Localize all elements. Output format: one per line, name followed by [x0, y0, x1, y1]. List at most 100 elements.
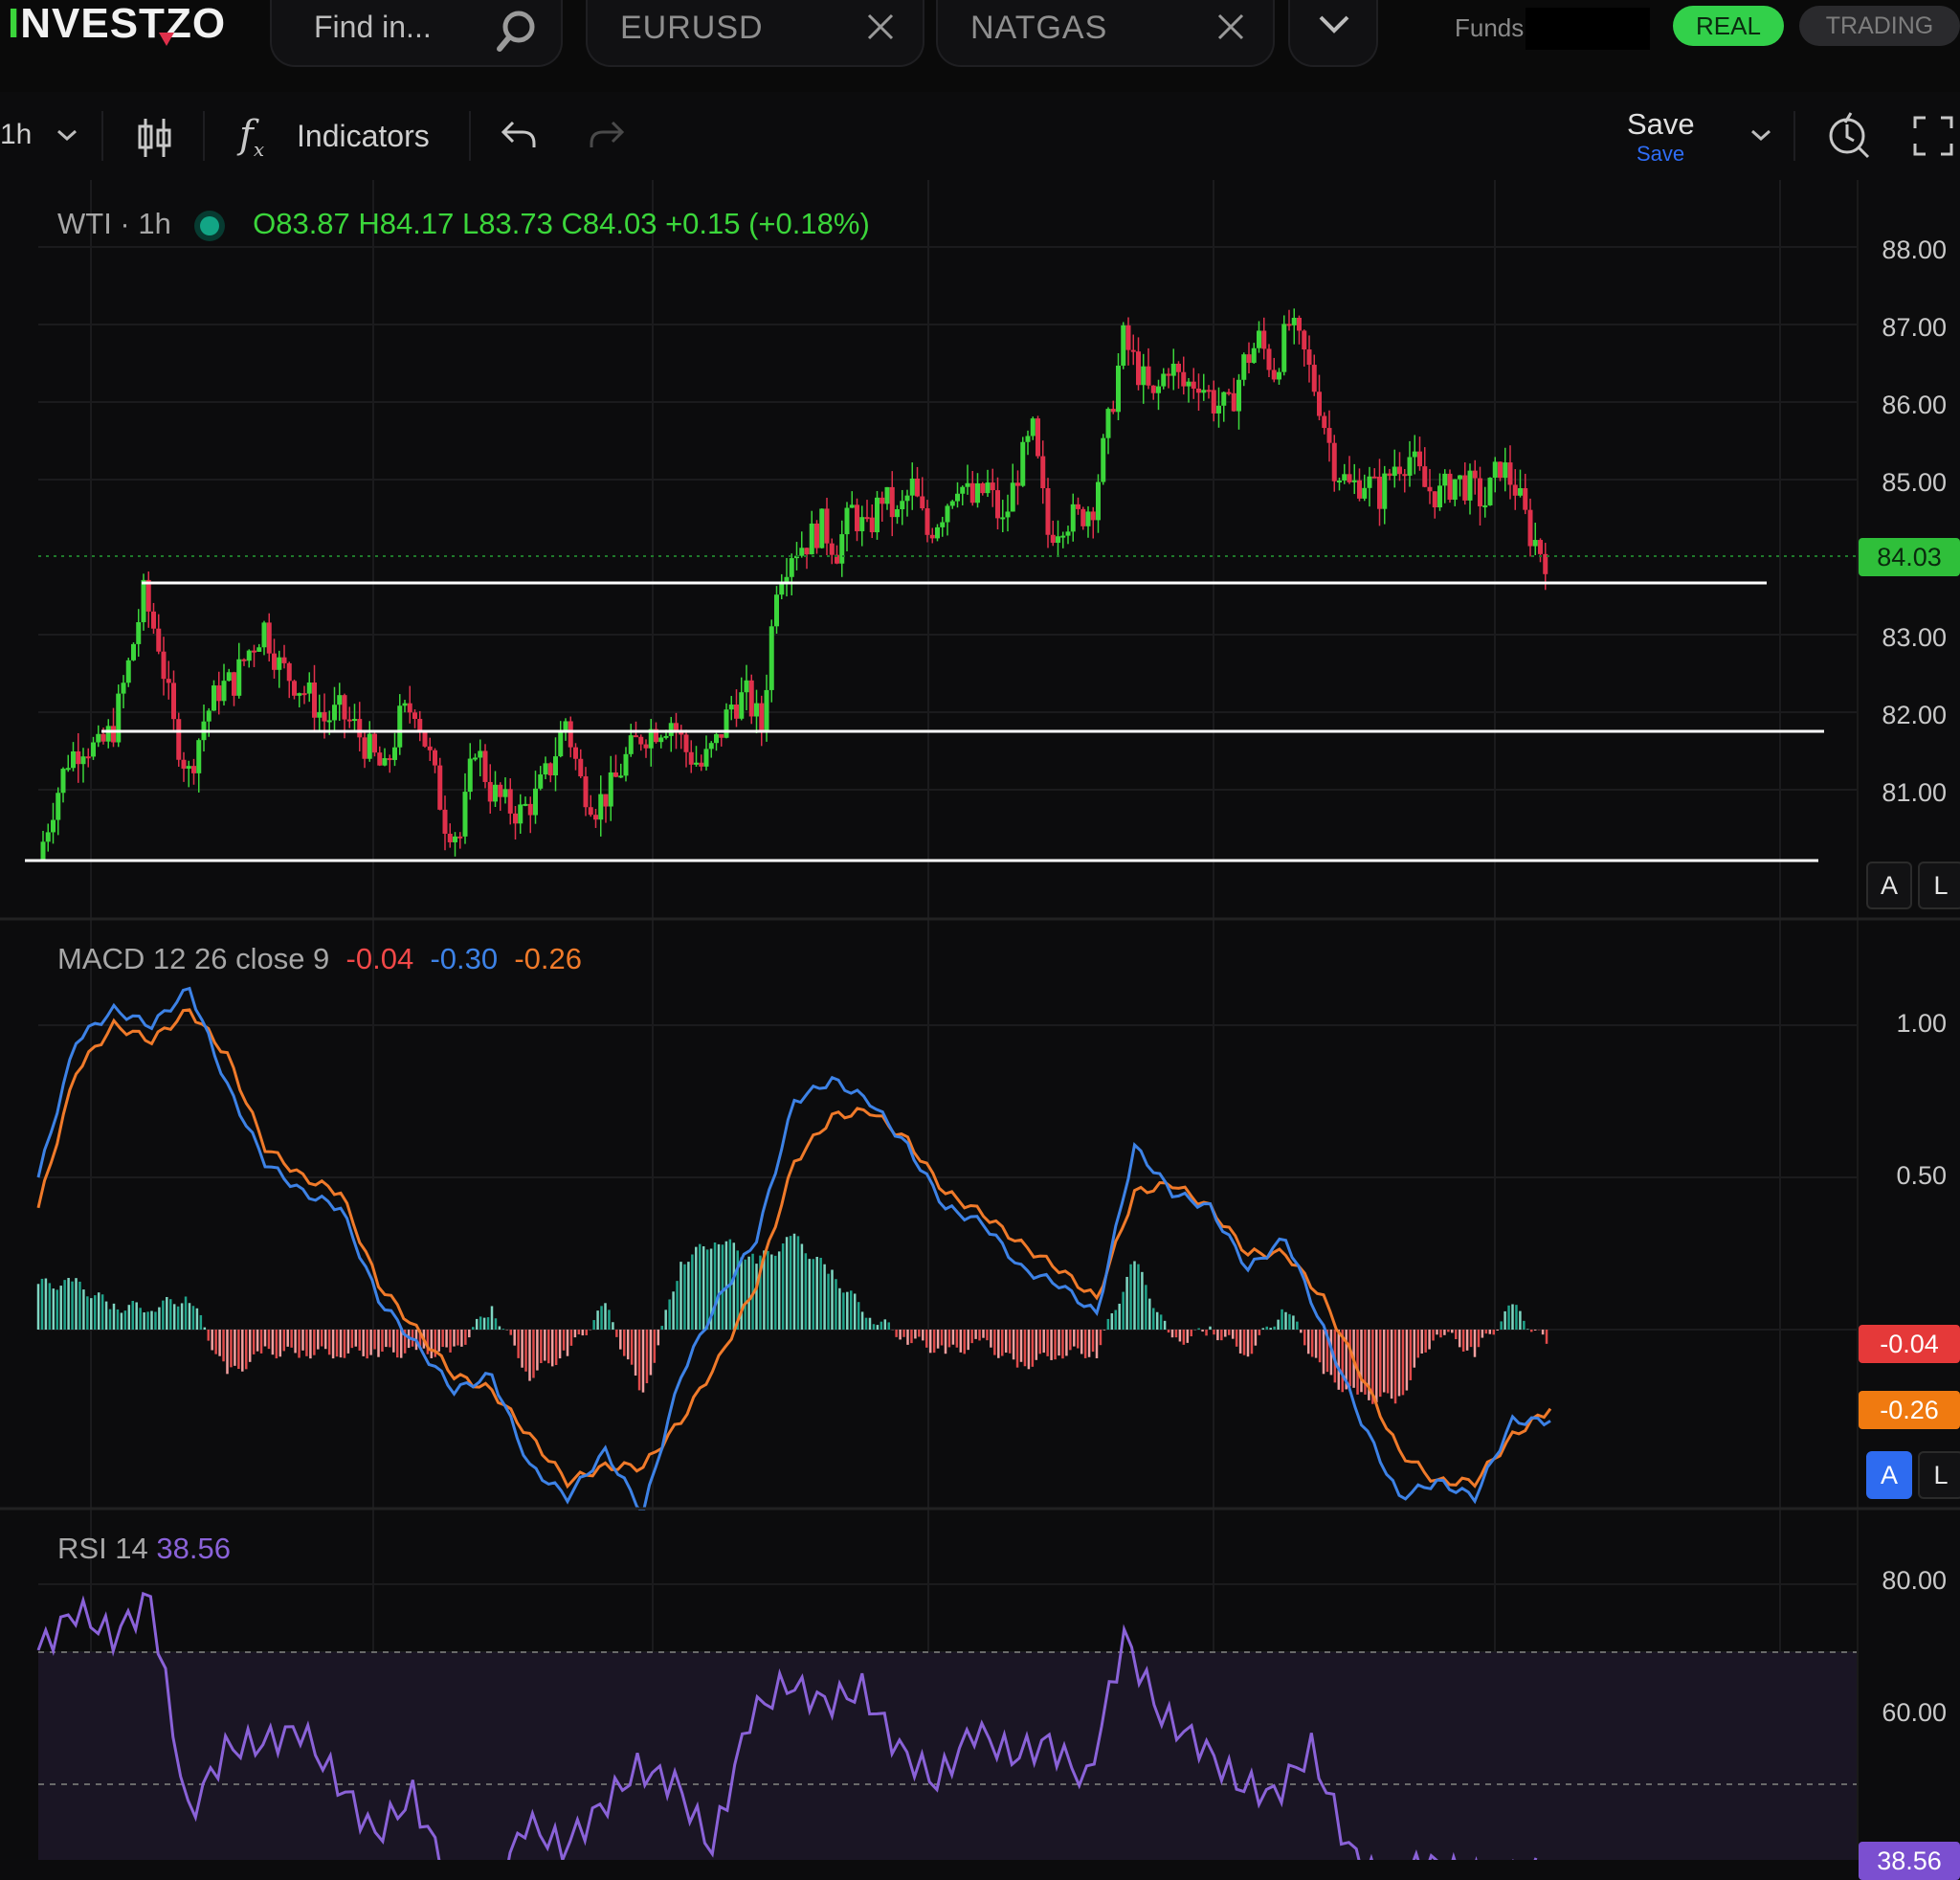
candle-body	[764, 689, 769, 731]
indicators-fx-icon[interactable]: fx	[239, 113, 264, 161]
candle-body	[362, 737, 368, 759]
price-tick: 85.00	[1882, 468, 1947, 497]
rsi-chart[interactable]	[0, 1511, 1960, 1860]
candle-body	[1261, 330, 1267, 349]
rsi-title[interactable]: RSI 14	[57, 1532, 148, 1565]
candle-body	[166, 679, 171, 683]
candle-body	[513, 813, 518, 824]
symbol-label[interactable]: WTI · 1h	[57, 207, 171, 240]
candle-body	[266, 622, 272, 654]
candle-body	[1331, 442, 1337, 481]
candle-body	[859, 517, 865, 531]
candle-body	[256, 647, 262, 652]
save-button[interactable]: Save	[1627, 107, 1695, 142]
candle-body	[1257, 330, 1261, 348]
fullscreen-icon[interactable]	[1912, 115, 1954, 157]
candle-body	[1432, 491, 1437, 508]
candle-body	[643, 744, 649, 749]
chevron-down-icon[interactable]	[1749, 126, 1772, 144]
tab-eurusd[interactable]: EURUSD	[586, 0, 924, 67]
candle-body	[543, 763, 548, 775]
candle-body	[945, 505, 950, 523]
candle-body	[920, 496, 925, 509]
close-icon[interactable]	[865, 11, 896, 42]
auto-scale-button[interactable]: A	[1866, 1451, 1912, 1499]
candle-body	[1362, 487, 1368, 499]
candle-body	[1096, 481, 1101, 521]
redo-icon[interactable]	[588, 119, 626, 151]
search-icon[interactable]	[490, 6, 544, 59]
candle-body	[252, 650, 256, 653]
candle-body	[442, 809, 448, 834]
candle-body	[121, 683, 126, 694]
candle-body	[232, 672, 236, 696]
candle-body	[1387, 473, 1392, 477]
candle-body	[990, 482, 995, 491]
candle-body	[1347, 474, 1352, 482]
price-tick: 83.00	[1882, 623, 1947, 652]
market-status-dot	[200, 215, 220, 235]
candle-body	[940, 522, 946, 527]
chevron-down-icon[interactable]	[56, 126, 78, 144]
candle-body	[658, 737, 664, 743]
candle-body	[748, 680, 754, 717]
price-chart-panel[interactable]: WTI · 1h O83.87 H84.17 L83.73 C84.03 +0.…	[0, 180, 1960, 921]
price-legend: WTI · 1h O83.87 H84.17 L83.73 C84.03 +0.…	[57, 207, 870, 241]
candle-body	[538, 774, 544, 789]
candle-body	[1116, 366, 1121, 413]
price-tick: 81.00	[1882, 778, 1947, 807]
candle-body	[924, 508, 930, 535]
tabs-more-button[interactable]	[1288, 0, 1378, 67]
tab-natgas[interactable]: NATGAS	[936, 0, 1275, 67]
candle-body	[613, 772, 618, 777]
price-chart[interactable]	[0, 180, 1960, 921]
search-input[interactable]: Find in...	[270, 0, 563, 67]
candle-body	[628, 735, 634, 754]
candle-body	[105, 726, 111, 742]
macd-panel[interactable]: MACD 12 26 close 9 -0.04 -0.30 -0.26 1.0…	[0, 921, 1960, 1511]
toolbar-divider	[203, 111, 205, 161]
candle-body	[1201, 390, 1207, 393]
candle-body	[1070, 504, 1076, 532]
brand-arrow-icon	[159, 33, 174, 46]
real-account-button[interactable]: REAL	[1673, 6, 1784, 46]
brand-logo[interactable]: INVESTZO	[8, 0, 226, 56]
candle-body	[844, 507, 850, 535]
auto-scale-button[interactable]: A	[1866, 862, 1912, 909]
candle-body	[286, 662, 292, 682]
candle-body	[588, 807, 593, 816]
macd-chart[interactable]	[0, 921, 1960, 1511]
candle-body	[312, 682, 317, 718]
candle-body	[960, 486, 966, 494]
candle-body	[623, 753, 629, 776]
candle-body	[804, 548, 810, 555]
candle-body	[1266, 348, 1272, 370]
candle-body	[387, 758, 392, 761]
candle-body	[1503, 462, 1508, 479]
candle-body	[900, 501, 905, 510]
interval-selector[interactable]: 1h	[0, 119, 32, 151]
candle-body	[216, 685, 222, 702]
candle-body	[457, 836, 463, 839]
candlestick-type-icon[interactable]	[136, 115, 174, 161]
trading-account-button[interactable]: TRADING	[1799, 6, 1960, 46]
close-icon[interactable]	[1215, 11, 1246, 42]
candle-body	[382, 758, 388, 766]
rsi-legend: RSI 14 38.56	[57, 1532, 231, 1566]
indicators-button[interactable]: Indicators	[297, 119, 430, 154]
alert-clock-icon[interactable]	[1824, 111, 1872, 161]
candle-body	[346, 719, 352, 722]
macd-tick: 0.50	[1896, 1161, 1947, 1190]
macd-hist-badge: -0.04	[1859, 1325, 1960, 1363]
log-scale-button[interactable]: L	[1918, 862, 1960, 909]
candle-body	[578, 758, 584, 777]
brand-logo-prefix: NVEST	[20, 0, 166, 47]
candle-body	[1056, 536, 1060, 544]
candle-body	[246, 650, 252, 661]
macd-title[interactable]: MACD 12 26 close 9	[57, 942, 329, 975]
rsi-panel[interactable]: RSI 14 38.56 80.00 60.00 38.56	[0, 1511, 1960, 1880]
log-scale-button[interactable]: L	[1918, 1451, 1960, 1499]
candle-body	[176, 719, 182, 760]
undo-icon[interactable]	[500, 119, 538, 151]
candle-body	[1447, 473, 1453, 501]
